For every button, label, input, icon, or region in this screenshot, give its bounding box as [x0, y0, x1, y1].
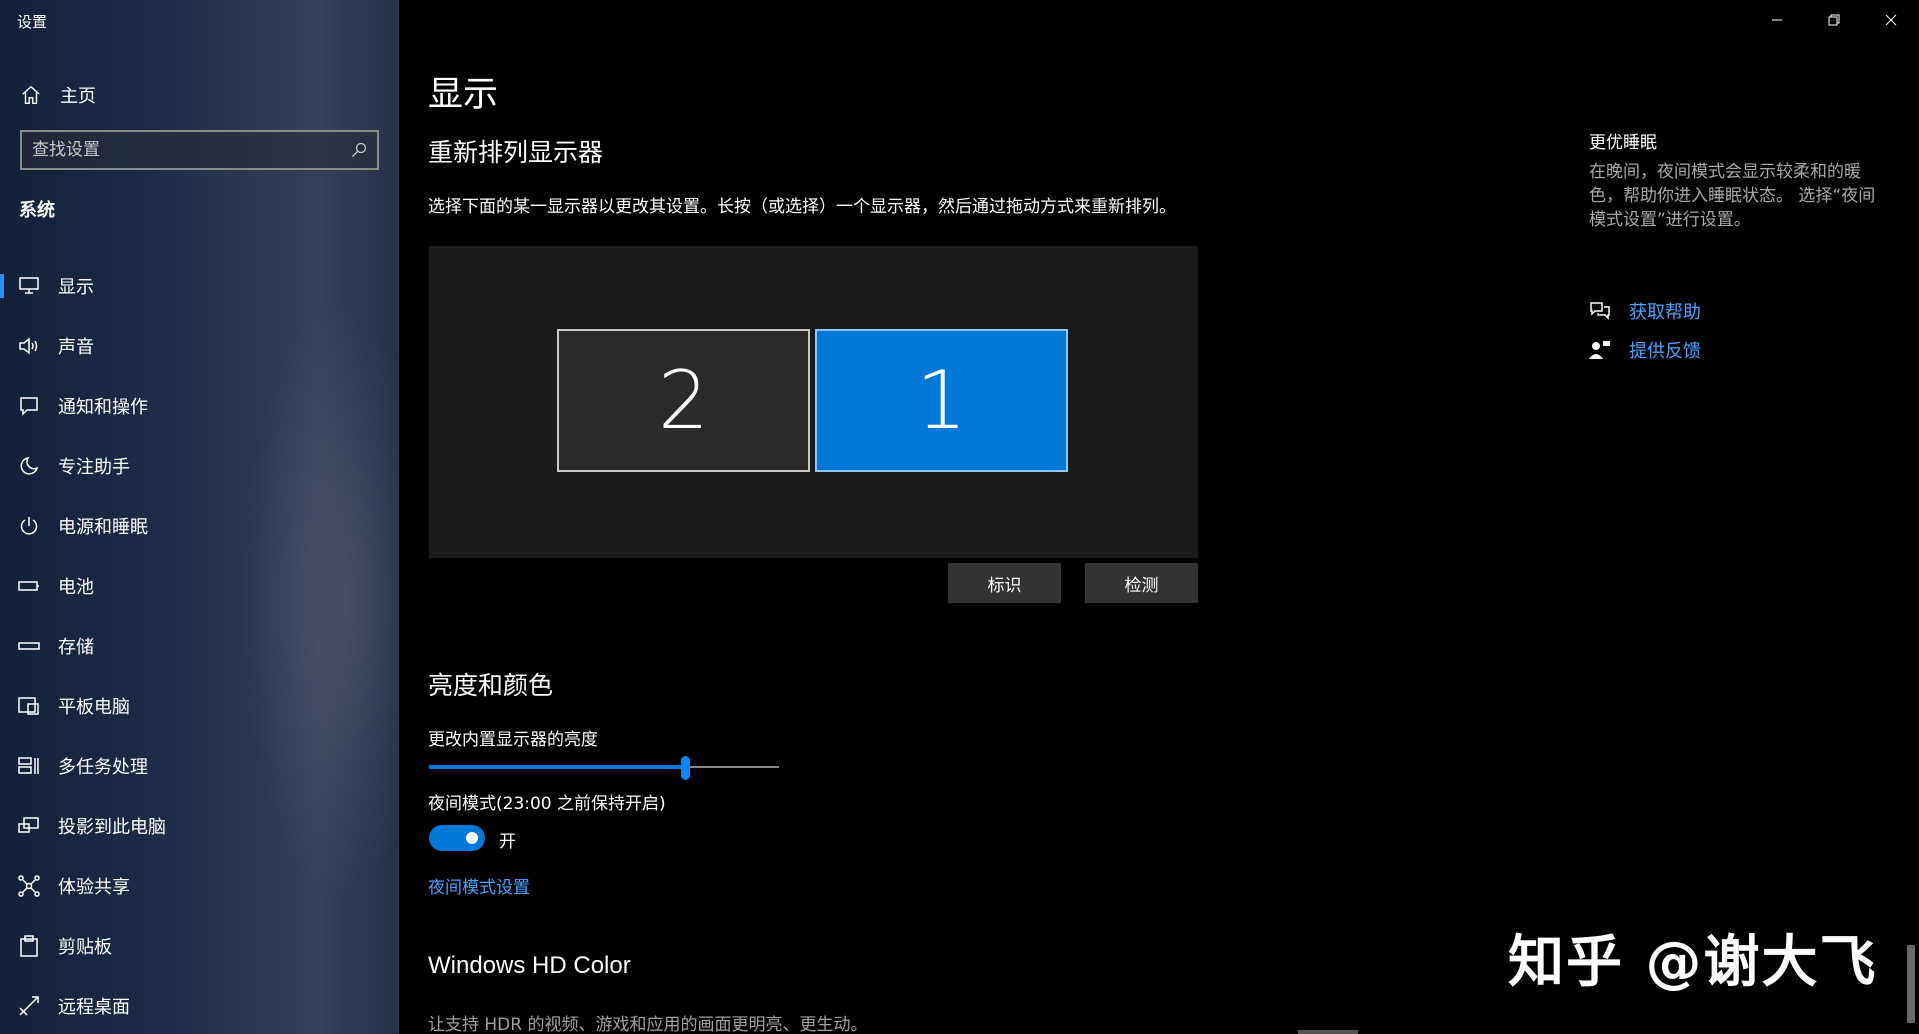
- watermark: 知乎 @谢大飞: [1508, 930, 1878, 995]
- display-arrangement-area[interactable]: 2 1: [429, 246, 1198, 558]
- sidebar-item-power-sleep[interactable]: 电源和睡眠: [0, 496, 399, 556]
- home-icon: [22, 85, 40, 104]
- main-content: 显示 重新排列显示器 选择下面的某一显示器以更改其设置。长按（或选择）一个显示器…: [399, 0, 1919, 1034]
- remote-desktop-icon: [18, 995, 40, 1017]
- tablet-icon: [18, 695, 40, 717]
- detect-button[interactable]: 检测: [1085, 563, 1198, 603]
- sidebar-item-shared-experiences[interactable]: 体验共享: [0, 856, 399, 916]
- brightness-slider-label: 更改内置显示器的亮度: [428, 730, 598, 750]
- search-icon[interactable]: [351, 142, 367, 158]
- help-chat-icon: [1589, 300, 1611, 322]
- sidebar-item-label: 电源和睡眠: [58, 517, 148, 538]
- sidebar-item-sound[interactable]: 声音: [0, 316, 399, 376]
- night-mode-label: 夜间模式(23:00 之前保持开启): [428, 794, 666, 814]
- sidebar-item-label: 多任务处理: [58, 757, 148, 778]
- feedback-icon: [1589, 339, 1611, 361]
- get-help-link[interactable]: 获取帮助: [1589, 298, 1701, 324]
- sidebar-item-project-to-pc[interactable]: 投影到此电脑: [0, 796, 399, 856]
- power-icon: [18, 515, 40, 537]
- night-mode-settings-link[interactable]: 夜间模式设置: [428, 873, 530, 898]
- sidebar-item-label: 体验共享: [58, 877, 130, 898]
- night-mode-toggle[interactable]: [429, 825, 485, 851]
- clipboard-icon: [18, 935, 40, 957]
- sidebar-nav: 显示 声音 通知和操作 专注助手 电源和睡眠 电池 存储 平板电脑 多任务处理 …: [0, 256, 399, 1034]
- toggle-knob: [466, 832, 478, 844]
- section-label-system: 系统: [19, 200, 55, 221]
- storage-icon: [18, 635, 40, 657]
- search-box[interactable]: [20, 130, 379, 170]
- give-feedback-link[interactable]: 提供反馈: [1589, 337, 1701, 363]
- sidebar-item-label: 专注助手: [58, 457, 130, 478]
- sidebar-item-label: 显示: [58, 277, 94, 298]
- scrollbar-thumb[interactable]: [1907, 945, 1915, 1023]
- sidebar-item-display[interactable]: 显示: [0, 256, 399, 316]
- project-icon: [18, 815, 40, 837]
- brightness-heading: 亮度和颜色: [428, 671, 554, 700]
- sidebar-item-storage[interactable]: 存储: [0, 616, 399, 676]
- home-button[interactable]: 主页: [20, 80, 96, 110]
- get-help-label: 获取帮助: [1629, 302, 1701, 323]
- page-title: 显示: [428, 75, 499, 115]
- sidebar-item-label: 剪贴板: [58, 937, 112, 958]
- slider-thumb[interactable]: [680, 756, 690, 780]
- battery-icon: [18, 575, 40, 597]
- sidebar: 设置 主页 系统 显示 声音 通知和操作: [0, 0, 399, 1034]
- multitask-icon: [18, 755, 40, 777]
- sidebar-item-label: 通知和操作: [58, 397, 148, 418]
- bottom-scroll-indicator: [1298, 1030, 1358, 1034]
- sidebar-item-label: 声音: [58, 337, 94, 358]
- sidebar-item-clipboard[interactable]: 剪贴板: [0, 916, 399, 976]
- window-title: 设置: [17, 13, 48, 31]
- sidebar-item-multitasking[interactable]: 多任务处理: [0, 736, 399, 796]
- home-label: 主页: [60, 86, 96, 107]
- aside-title: 更优睡眠: [1589, 133, 1657, 153]
- night-mode-state: 开: [499, 832, 516, 852]
- notification-icon: [18, 395, 40, 417]
- hd-color-description: 让支持 HDR 的视频、游戏和应用的画面更明亮、更生动。: [428, 1015, 868, 1034]
- sidebar-item-label: 电池: [58, 577, 94, 598]
- speaker-icon: [18, 335, 40, 357]
- search-input[interactable]: [32, 140, 351, 160]
- sidebar-item-tablet[interactable]: 平板电脑: [0, 676, 399, 736]
- identify-button[interactable]: 标识: [948, 563, 1061, 603]
- sidebar-item-label: 远程桌面: [58, 997, 130, 1018]
- brightness-slider[interactable]: [429, 756, 779, 780]
- sidebar-item-focus-assist[interactable]: 专注助手: [0, 436, 399, 496]
- hd-color-heading: Windows HD Color: [428, 952, 631, 979]
- arrange-description: 选择下面的某一显示器以更改其设置。长按（或选择）一个显示器，然后通过拖动方式来重…: [428, 197, 1176, 217]
- aside-description: 在晚间，夜间模式会显示较柔和的暖色，帮助你进入睡眠状态。 选择“夜间模式设置”进…: [1589, 162, 1876, 230]
- sidebar-item-label: 存储: [58, 637, 94, 658]
- slider-fill: [429, 765, 685, 769]
- sidebar-item-notifications[interactable]: 通知和操作: [0, 376, 399, 436]
- arrange-heading: 重新排列显示器: [428, 138, 604, 167]
- monitor-2[interactable]: 2: [557, 329, 810, 472]
- share-icon: [18, 875, 40, 897]
- moon-icon: [18, 455, 40, 477]
- sidebar-item-battery[interactable]: 电池: [0, 556, 399, 616]
- monitor-icon: [18, 275, 40, 297]
- sidebar-item-remote-desktop[interactable]: 远程桌面: [0, 976, 399, 1034]
- sidebar-item-label: 平板电脑: [58, 697, 130, 718]
- monitor-1[interactable]: 1: [815, 329, 1068, 472]
- sidebar-item-label: 投影到此电脑: [58, 817, 166, 838]
- give-feedback-label: 提供反馈: [1629, 341, 1701, 362]
